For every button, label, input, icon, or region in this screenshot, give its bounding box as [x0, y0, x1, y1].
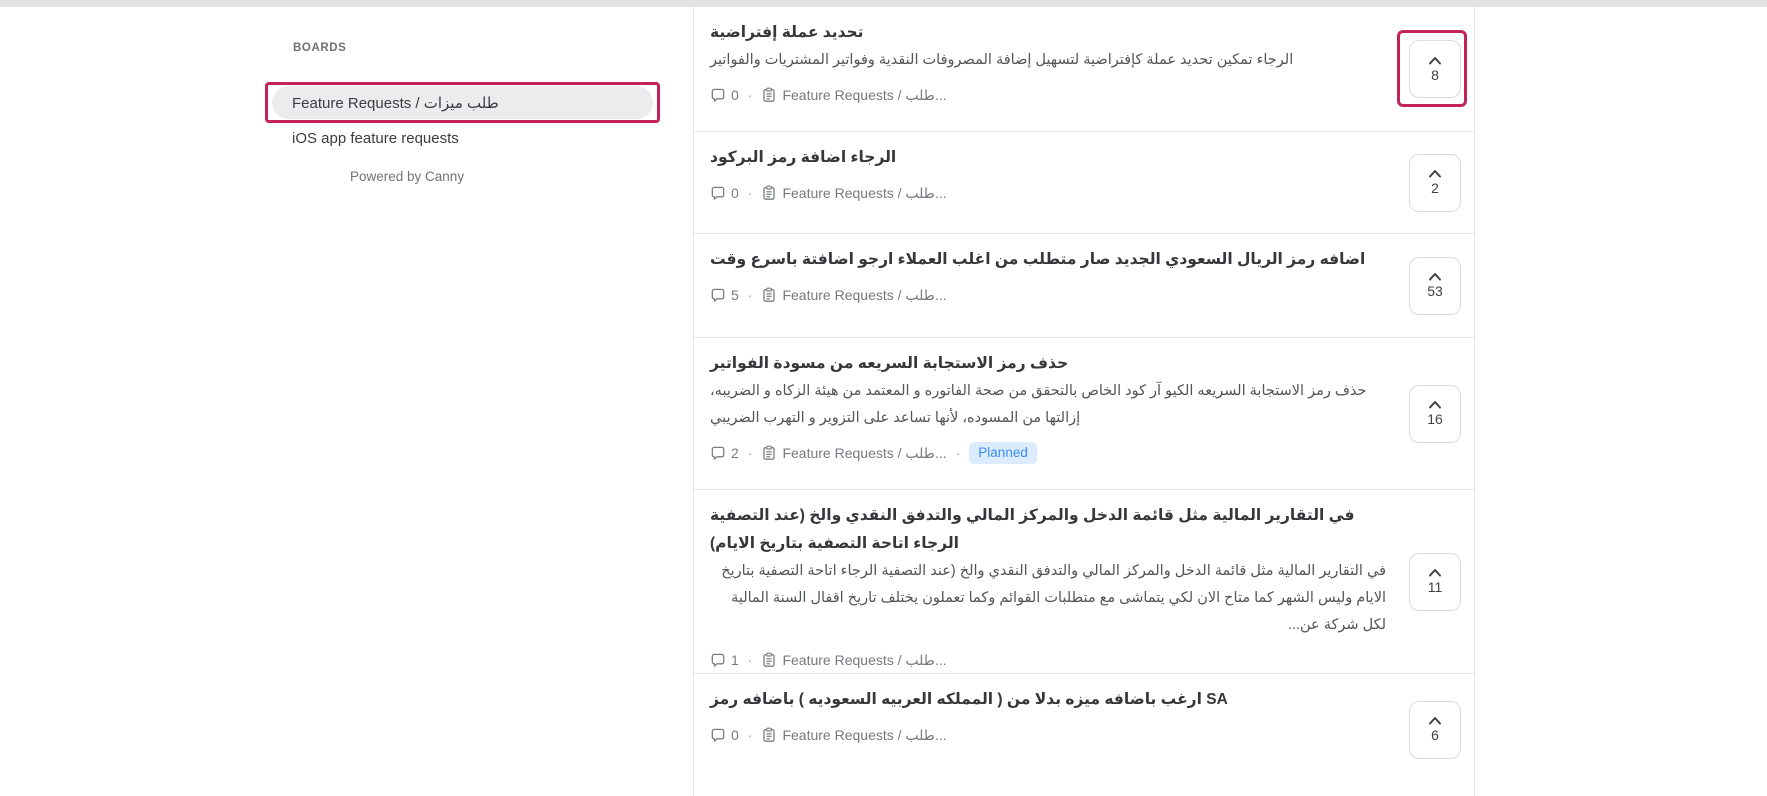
meta-separator-dot: · — [748, 185, 753, 201]
vote-column: 11 — [1396, 490, 1474, 673]
post-meta: 5 · Feature Requests / طلب... — [710, 284, 1386, 306]
post-meta: 1 · Feature Requests / طلب... — [710, 649, 1386, 671]
post-meta: 0 · Feature Requests / طلب... — [710, 84, 1386, 106]
comment-icon — [710, 445, 726, 461]
post-content: تحديد عملة إفتراضية الرجاء تمكين تحديد ع… — [694, 7, 1396, 131]
clipboard-icon — [761, 445, 777, 461]
post-description: الرجاء تمكين تحديد عملة كإفتراضية لتسهيل… — [710, 47, 1386, 74]
boards-sidebar: BOARDS Feature Requests / طلب ميزات iOS … — [0, 0, 690, 757]
board-label: Feature Requests / طلب... — [782, 87, 946, 104]
post-row[interactable]: تحديد عملة إفتراضية الرجاء تمكين تحديد ع… — [694, 7, 1474, 131]
post-title[interactable]: الرجاء اضافة رمز البركود — [710, 144, 1386, 172]
clipboard-icon — [761, 287, 777, 303]
powered-by-canny-link[interactable]: Powered by Canny — [350, 169, 464, 184]
post-title[interactable]: تحديد عملة إفتراضية — [710, 19, 1386, 47]
board-label: Feature Requests / طلب... — [782, 445, 946, 462]
vote-count: 8 — [1431, 67, 1439, 83]
meta-separator-dot: · — [748, 727, 753, 743]
upvote-button[interactable]: 16 — [1409, 385, 1461, 443]
post-meta: 2 · Feature Requests / طلب... · Planned — [710, 442, 1386, 464]
vote-column: 6 — [1396, 674, 1474, 785]
board-label: Feature Requests / طلب... — [782, 652, 946, 669]
meta-separator-dot: · — [748, 652, 753, 668]
post-content: ارغب باضافه ميزه بدلا من ( المملكه العرب… — [694, 674, 1396, 785]
vote-count: 53 — [1427, 283, 1443, 299]
comment-count: 0 — [731, 87, 739, 103]
vote-column: 53 — [1396, 234, 1474, 337]
chevron-up-icon — [1428, 568, 1442, 577]
comment-count: 0 — [731, 185, 739, 201]
sidebar-item-ios-app[interactable]: iOS app feature requests — [292, 130, 459, 147]
post-row[interactable]: حذف رمز الاستجابة السريعه من مسودة الفوا… — [694, 337, 1474, 489]
post-description: في التقارير المالية مثل قائمة الدخل والم… — [710, 558, 1386, 639]
comment-count: 5 — [731, 287, 739, 303]
status-badge-planned: Planned — [969, 442, 1037, 464]
clipboard-icon — [761, 652, 777, 668]
chevron-up-icon — [1428, 169, 1442, 178]
post-row[interactable]: في التقارير المالية مثل قائمة الدخل والم… — [694, 489, 1474, 673]
comment-icon — [710, 87, 726, 103]
vote-column: 2 — [1396, 132, 1474, 233]
comment-count: 0 — [731, 727, 739, 743]
post-content: الرجاء اضافة رمز البركود 0 · Feature Req… — [694, 132, 1396, 233]
upvote-button[interactable]: 11 — [1409, 553, 1461, 611]
chevron-up-icon — [1428, 272, 1442, 281]
post-title[interactable]: ارغب باضافه ميزه بدلا من ( المملكه العرب… — [710, 686, 1386, 714]
boards-section-label: BOARDS — [293, 42, 346, 54]
vote-count: 16 — [1427, 411, 1443, 427]
post-row[interactable]: ارغب باضافه ميزه بدلا من ( المملكه العرب… — [694, 673, 1474, 785]
board-label: Feature Requests / طلب... — [782, 727, 946, 744]
post-content: اضافه رمز الريال السعودي الجديد صار متطل… — [694, 234, 1396, 337]
post-title[interactable]: حذف رمز الاستجابة السريعه من مسودة الفوا… — [710, 350, 1386, 378]
comment-icon — [710, 185, 726, 201]
vote-count: 11 — [1428, 579, 1443, 595]
upvote-button[interactable]: 2 — [1409, 154, 1461, 212]
post-content: في التقارير المالية مثل قائمة الدخل والم… — [694, 490, 1396, 673]
board-label: Feature Requests / طلب... — [782, 287, 946, 304]
chevron-up-icon — [1428, 716, 1442, 725]
meta-separator-dot: · — [748, 287, 753, 303]
sidebar-item-feature-requests[interactable]: Feature Requests / طلب ميزات — [272, 86, 653, 119]
post-title[interactable]: اضافه رمز الريال السعودي الجديد صار متطل… — [710, 246, 1386, 274]
vote-count: 6 — [1431, 727, 1439, 743]
post-content: حذف رمز الاستجابة السريعه من مسودة الفوا… — [694, 338, 1396, 489]
post-row[interactable]: الرجاء اضافة رمز البركود 0 · Feature Req… — [694, 131, 1474, 233]
comment-count: 1 — [731, 652, 739, 668]
clipboard-icon — [761, 87, 777, 103]
clipboard-icon — [761, 185, 777, 201]
upvote-button[interactable]: 8 — [1409, 40, 1461, 98]
post-meta: 0 · Feature Requests / طلب... — [710, 724, 1386, 746]
meta-separator-dot: · — [748, 87, 753, 103]
upvote-button[interactable]: 6 — [1409, 701, 1461, 759]
post-meta: 0 · Feature Requests / طلب... — [710, 182, 1386, 204]
post-title[interactable]: في التقارير المالية مثل قائمة الدخل والم… — [710, 502, 1386, 558]
board-label: Feature Requests / طلب... — [782, 185, 946, 202]
comment-icon — [710, 287, 726, 303]
upvote-button[interactable]: 53 — [1409, 257, 1461, 315]
post-row[interactable]: اضافه رمز الريال السعودي الجديد صار متطل… — [694, 233, 1474, 337]
meta-separator-dot: · — [748, 445, 753, 461]
vote-count: 2 — [1431, 180, 1439, 196]
sidebar-item-feature-requests-wrap: Feature Requests / طلب ميزات — [272, 86, 653, 119]
vote-column: 8 — [1396, 7, 1474, 131]
chevron-up-icon — [1428, 400, 1442, 409]
posts-list: تحديد عملة إفتراضية الرجاء تمكين تحديد ع… — [693, 6, 1475, 796]
chevron-up-icon — [1428, 56, 1442, 65]
comment-count: 2 — [731, 445, 739, 461]
vote-column: 16 — [1396, 338, 1474, 489]
post-description: حذف رمز الاستجابة السريعه الكيو آر كود ا… — [710, 378, 1386, 432]
meta-separator-dot: · — [956, 445, 961, 461]
comment-icon — [710, 652, 726, 668]
clipboard-icon — [761, 727, 777, 743]
comment-icon — [710, 727, 726, 743]
